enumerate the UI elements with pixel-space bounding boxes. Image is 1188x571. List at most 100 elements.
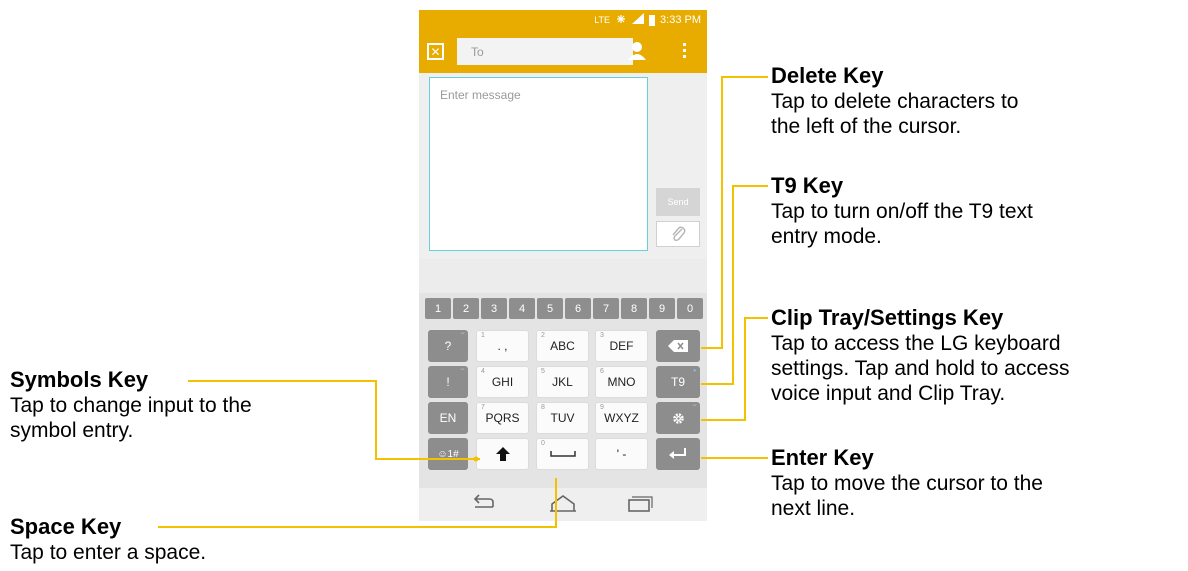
- t9-key-label: T9: [670, 375, 685, 389]
- t9-indicator-dot: •: [693, 366, 696, 375]
- clip-tray-desc: voice input and Clip Tray.: [771, 382, 1006, 405]
- key-number: 0: [541, 440, 545, 447]
- key-4[interactable]: 4 GHI: [476, 366, 529, 398]
- key-number: 1: [481, 332, 485, 339]
- key-label: GHI: [491, 375, 514, 389]
- symbols-key[interactable]: ☺1#: [428, 438, 468, 470]
- number-row: 1 2 3 4 5 6 7 8 9 0: [425, 298, 703, 319]
- num-key[interactable]: 8: [621, 298, 647, 319]
- recent-apps-icon[interactable]: [627, 494, 653, 514]
- status-time: 3:33 PM: [660, 14, 701, 26]
- overflow-menu-icon[interactable]: [679, 40, 689, 62]
- space-key-title: Space Key: [10, 514, 122, 539]
- question-key-label: ?: [444, 339, 452, 353]
- backspace-icon: [668, 340, 688, 352]
- key-label: . ,: [497, 339, 508, 353]
- key-number: 7: [481, 404, 485, 411]
- key-6[interactable]: 6 MNO: [595, 366, 648, 398]
- num-key[interactable]: 0: [677, 298, 703, 319]
- num-key[interactable]: 9: [649, 298, 675, 319]
- enter-key[interactable]: [656, 438, 700, 470]
- delete-key[interactable]: [656, 330, 700, 362]
- exclamation-key[interactable]: ! ···: [428, 366, 468, 398]
- status-bar: LTE 3:33 PM: [419, 10, 707, 30]
- shift-key[interactable]: [476, 438, 529, 470]
- enter-key-title: Enter Key: [771, 445, 874, 470]
- key-1[interactable]: 1 . ,: [476, 330, 529, 362]
- home-icon[interactable]: [550, 494, 576, 514]
- recipient-field[interactable]: [457, 38, 633, 65]
- key-number: 6: [600, 368, 604, 375]
- num-key[interactable]: 1: [425, 298, 451, 319]
- contact-picker-icon[interactable]: [626, 40, 648, 62]
- t9-key-desc: entry mode.: [771, 225, 882, 248]
- network-type: LTE: [594, 15, 611, 25]
- suggestion-strip: [419, 259, 707, 293]
- num-key[interactable]: 7: [593, 298, 619, 319]
- key-label: TUV: [550, 411, 575, 425]
- clip-tray-desc: Tap to access the LG keyboard: [771, 332, 1061, 355]
- attach-button[interactable]: [656, 221, 700, 247]
- symbols-key-title: Symbols Key: [10, 367, 149, 392]
- gear-icon: [672, 412, 684, 424]
- symbols-key-label: ☺1#: [437, 448, 459, 460]
- num-key[interactable]: 6: [565, 298, 591, 319]
- enter-key-desc: Tap to move the cursor to the: [771, 472, 1043, 495]
- battery-icon: [649, 14, 656, 26]
- key-number: 9: [600, 404, 604, 411]
- key-label: DEF: [609, 339, 634, 353]
- settings-key[interactable]: ···: [656, 402, 700, 434]
- app-bar: ✕: [419, 30, 707, 73]
- language-key-label: EN: [439, 411, 457, 425]
- key-number: 8: [541, 404, 545, 411]
- key-9[interactable]: 9 WXYZ: [595, 402, 648, 434]
- delete-key-desc: the left of the cursor.: [771, 115, 962, 138]
- t9-key-leader: [701, 185, 768, 385]
- key-label: ABC: [550, 339, 575, 353]
- key-label: PQRS: [485, 411, 520, 425]
- num-key[interactable]: 2: [453, 298, 479, 319]
- space-bar-icon: [549, 451, 576, 457]
- navigation-bar: [419, 488, 707, 521]
- key-number: 4: [481, 368, 485, 375]
- clip-tray-desc: settings. Tap and hold to access: [771, 357, 1070, 380]
- paperclip-icon: [672, 226, 686, 242]
- symbols-key-desc: Tap to change input to the: [10, 394, 252, 417]
- send-button[interactable]: Send: [656, 188, 700, 216]
- message-input[interactable]: [429, 77, 648, 251]
- message-app-icon[interactable]: ✕: [427, 43, 444, 60]
- language-key[interactable]: EN: [428, 402, 468, 434]
- question-key[interactable]: ? ···: [428, 330, 468, 362]
- key-3[interactable]: 3 DEF: [595, 330, 648, 362]
- t9-key-desc: Tap to turn on/off the T9 text: [771, 200, 1033, 223]
- key-label: MNO: [607, 375, 636, 389]
- t9-key-title: T9 Key: [771, 173, 844, 198]
- shift-arrow-icon: [495, 447, 510, 461]
- delete-key-leader: [701, 76, 768, 349]
- punctuation-key[interactable]: ' -: [595, 438, 648, 470]
- sync-icon: [615, 13, 627, 28]
- signal-icon: [632, 13, 645, 27]
- clip-tray-title: Clip Tray/Settings Key: [771, 305, 1004, 330]
- key-label: ' -: [616, 447, 627, 461]
- keyboard: 1 2 3 4 5 6 7 8 9 0 ? ··· 1 . , 2 ABC 3 D…: [419, 293, 707, 488]
- key-7[interactable]: 7 PQRS: [476, 402, 529, 434]
- exclamation-key-label: !: [446, 375, 450, 389]
- num-key[interactable]: 5: [537, 298, 563, 319]
- num-key[interactable]: 4: [509, 298, 535, 319]
- back-icon[interactable]: [471, 494, 497, 514]
- key-8[interactable]: 8 TUV: [536, 402, 589, 434]
- enter-key-desc: next line.: [771, 497, 856, 520]
- space-key[interactable]: 0: [536, 438, 589, 470]
- delete-key-desc: Tap to delete characters to: [771, 90, 1019, 113]
- delete-key-title: Delete Key: [771, 63, 884, 88]
- num-key[interactable]: 3: [481, 298, 507, 319]
- t9-key[interactable]: T9 •: [656, 366, 700, 398]
- key-number: 3: [600, 332, 604, 339]
- key-5[interactable]: 5 JKL: [536, 366, 589, 398]
- clip-tray-leader: [701, 317, 768, 421]
- key-2[interactable]: 2 ABC: [536, 330, 589, 362]
- key-number: 5: [541, 368, 545, 375]
- key-label: JKL: [552, 375, 573, 389]
- key-label: WXYZ: [604, 411, 639, 425]
